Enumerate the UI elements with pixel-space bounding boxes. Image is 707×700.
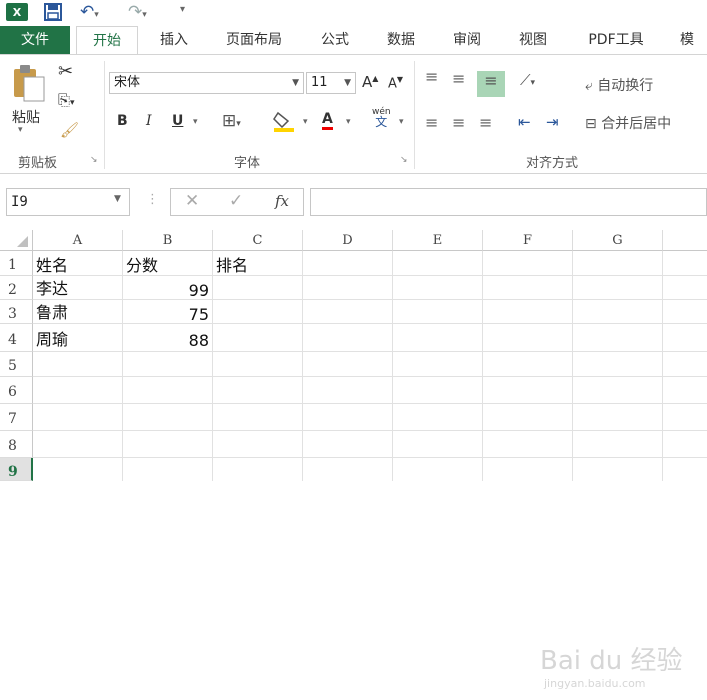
align-bottom-icon[interactable]: ≡ [477, 71, 505, 97]
tab-review[interactable]: 审阅 [442, 26, 492, 54]
excel-logo-icon: X [6, 3, 28, 21]
tab-page-layout[interactable]: 页面布局 [216, 26, 292, 54]
tab-pdf-tools[interactable]: PDF工具 [576, 26, 656, 54]
font-size-select[interactable]: 11 ▼ [306, 72, 356, 94]
quick-access-toolbar: X ↶▾ ↷▾ ▾ [0, 0, 707, 26]
column-header-d[interactable]: D [303, 230, 393, 251]
row-header-4[interactable]: 4 [0, 324, 33, 352]
font-launcher-icon[interactable]: ↘ [400, 155, 408, 165]
select-all-corner[interactable] [0, 230, 33, 251]
tab-insert[interactable]: 插入 [150, 26, 198, 54]
underline-button[interactable]: U [172, 113, 183, 129]
column-header-partial[interactable] [663, 230, 707, 251]
row-header-8[interactable]: 8 [0, 431, 33, 458]
align-top-icon[interactable]: ≡ [425, 67, 438, 86]
name-box-dropdown-icon[interactable]: ▼ [114, 194, 121, 204]
column-header-g[interactable]: G [573, 230, 663, 251]
cancel-icon[interactable]: ✕ [185, 191, 199, 211]
cell-b1[interactable]: 分数 [123, 251, 213, 276]
tab-view[interactable]: 视图 [508, 26, 558, 54]
phonetic-dropdown-icon[interactable]: ▾ [399, 117, 404, 127]
column-header-b[interactable]: B [123, 230, 213, 251]
paste-dropdown-icon[interactable]: ▾ [18, 125, 23, 135]
grip-icon: ⋮ [146, 192, 159, 207]
cell-a2[interactable]: 李达 [33, 276, 123, 300]
formula-input[interactable] [310, 188, 707, 216]
redo-icon[interactable]: ↷▾ [128, 2, 150, 22]
align-middle-icon[interactable]: ≡ [452, 69, 465, 88]
row-header-2[interactable]: 2 [0, 276, 33, 300]
font-group-label: 字体 [234, 156, 261, 171]
font-color-dropdown-icon[interactable]: ▾ [346, 117, 351, 127]
shrink-font-button[interactable]: A▼ [388, 75, 403, 91]
row-header-3[interactable]: 3 [0, 300, 33, 324]
column-header-c[interactable]: C [213, 230, 303, 251]
tab-home[interactable]: 开始 [76, 26, 138, 55]
row-header-5[interactable]: 5 [0, 352, 33, 377]
wrap-text-button[interactable]: ⤶ 自动换行 [585, 75, 653, 95]
alignment-group-label: 对齐方式 [526, 156, 579, 171]
cell-b4[interactable]: 88 [123, 324, 213, 352]
cell-a4[interactable]: 周瑜 [33, 324, 123, 352]
cell-b2[interactable]: 99 [123, 276, 213, 300]
cell-a3[interactable]: 鲁肃 [33, 300, 123, 324]
cell-a1[interactable]: 姓名 [33, 251, 123, 276]
tab-formulas[interactable]: 公式 [310, 26, 360, 54]
save-icon[interactable] [44, 3, 62, 21]
ribbon-tabs: 文件 开始 插入 页面布局 公式 数据 审阅 视图 PDF工具 模 [0, 26, 707, 55]
underline-dropdown-icon[interactable]: ▾ [193, 117, 198, 127]
format-painter-icon[interactable]: 🖌 [60, 121, 79, 139]
clipboard-group-label: 剪贴板 [18, 156, 58, 171]
cell-b3[interactable]: 75 [123, 300, 213, 324]
increase-indent-icon[interactable]: ⇥ [546, 113, 559, 131]
formula-buttons: ✕ ✓ fx [170, 188, 304, 216]
grow-font-button[interactable]: A▲ [362, 73, 378, 91]
orientation-icon[interactable]: ⟋▾ [520, 71, 535, 89]
row-header-6[interactable]: 6 [0, 377, 33, 404]
row-header-1[interactable]: 1 [0, 251, 33, 276]
fill-color-icon[interactable] [272, 109, 302, 137]
column-header-a[interactable]: A [33, 230, 123, 251]
clipboard-launcher-icon[interactable]: ↘ [90, 155, 98, 165]
formula-bar: I9 ▼ ⋮ ✕ ✓ fx [0, 184, 707, 220]
baidu-jingyan-watermark: Bai du 经验 jingyan.baidu.com [540, 646, 683, 690]
worksheet-grid: A B C D E F G 1 2 3 4 5 6 7 8 9 姓名 分数 排名… [0, 230, 707, 690]
ribbon: 粘贴 ▾ ✂ ⎘▾ 🖌 剪贴板 ↘ 宋体 ▼ 11 ▼ A▲ A▼ B I U ▾ … [0, 54, 707, 174]
name-box[interactable]: I9 [6, 188, 130, 216]
italic-button[interactable]: I [146, 113, 152, 129]
merge-center-icon: ⊟ [585, 116, 597, 132]
font-color-button[interactable]: A [322, 111, 333, 130]
align-right-icon[interactable]: ≡ [479, 113, 492, 132]
fill-color-dropdown-icon[interactable]: ▾ [303, 117, 308, 127]
align-left-icon[interactable]: ≡ [425, 113, 438, 132]
enter-icon[interactable]: ✓ [229, 191, 243, 211]
copy-icon[interactable]: ⎘▾ [58, 91, 75, 109]
undo-icon[interactable]: ↶▾ [80, 2, 102, 22]
paste-icon[interactable] [10, 63, 48, 103]
row-header-7[interactable]: 7 [0, 404, 33, 431]
row-header-9[interactable]: 9 [0, 458, 33, 481]
phonetic-button[interactable]: wén 文 [372, 107, 391, 129]
cell-c1[interactable]: 排名 [213, 251, 303, 276]
align-center-icon[interactable]: ≡ [452, 113, 465, 132]
phonetic-char: 文 [375, 115, 388, 129]
bold-button[interactable]: B [117, 113, 128, 129]
font-name-select[interactable]: 宋体 ▼ [109, 72, 304, 94]
customize-qat-icon[interactable]: ▾ [180, 4, 185, 15]
cut-icon[interactable]: ✂ [58, 61, 73, 82]
merge-center-button[interactable]: ⊟ 合并后居中 [585, 113, 671, 133]
borders-icon[interactable]: ⊞▾ [222, 111, 241, 131]
wrap-text-icon: ⤶ [585, 78, 593, 94]
tab-more[interactable]: 模 [672, 26, 702, 54]
column-header-f[interactable]: F [483, 230, 573, 251]
insert-function-button[interactable]: fx [275, 192, 289, 210]
paste-button[interactable]: 粘贴 [12, 107, 40, 127]
tab-data[interactable]: 数据 [376, 26, 426, 54]
column-header-e[interactable]: E [393, 230, 483, 251]
tab-file[interactable]: 文件 [0, 26, 70, 54]
decrease-indent-icon[interactable]: ⇤ [518, 113, 531, 131]
